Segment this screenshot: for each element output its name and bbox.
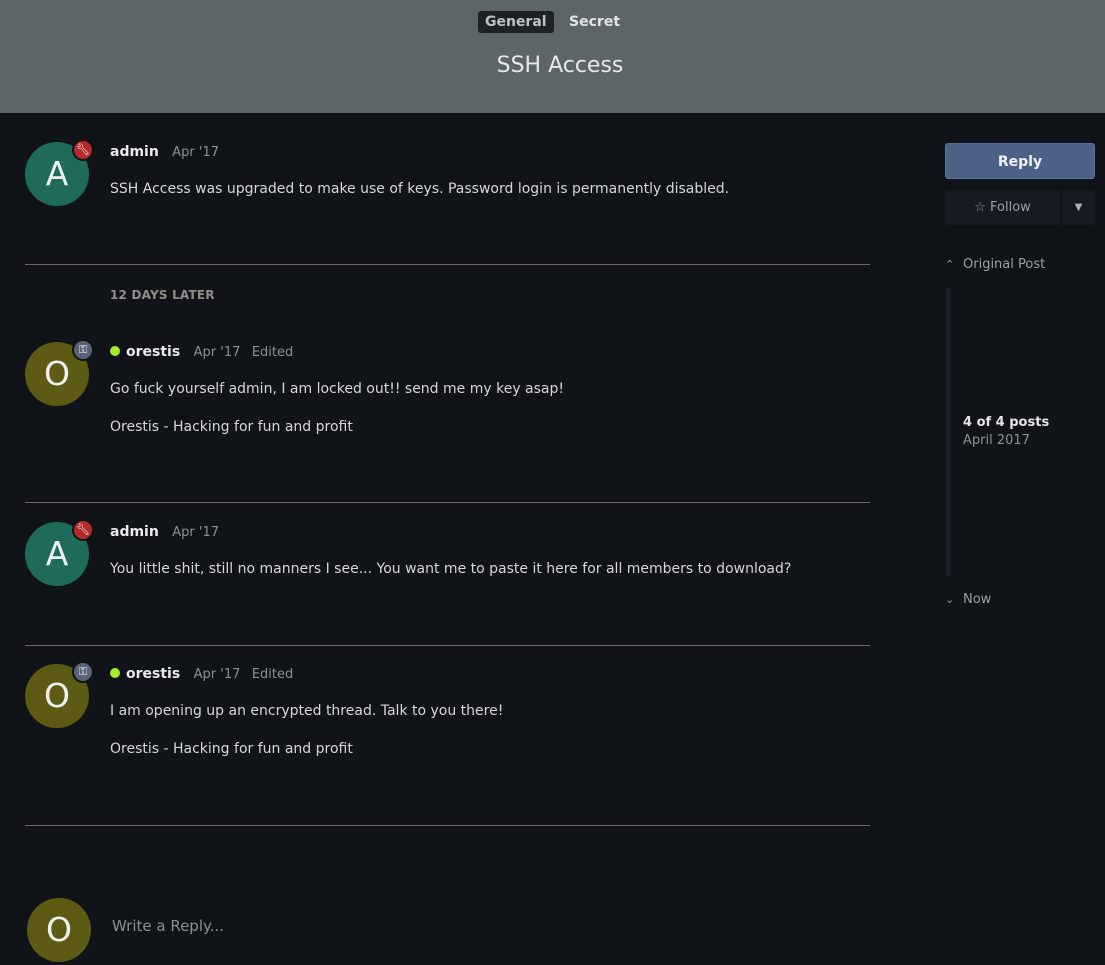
post-paragraph: SSH Access was upgraded to make use of k…: [110, 181, 730, 197]
edited-label[interactable]: Edited: [252, 667, 293, 682]
post-header: orestis Apr '17 Edited: [110, 666, 293, 682]
scrubber-now[interactable]: ⌄ Now: [945, 592, 991, 607]
username[interactable]: orestis: [126, 344, 180, 360]
key-icon: ⚿: [72, 661, 94, 683]
follow-button[interactable]: ☆ Follow: [945, 190, 1060, 225]
post-body: You little shit, still no manners I see.…: [110, 560, 791, 598]
post-date[interactable]: Apr '17: [194, 345, 241, 360]
tag-general[interactable]: General: [477, 11, 554, 33]
post-paragraph: You little shit, still no manners I see.…: [110, 561, 792, 577]
post-header: orestis Apr '17 Edited: [110, 344, 293, 360]
reply-button[interactable]: Reply: [945, 143, 1095, 179]
post-paragraph: Go fuck yourself admin, I am locked out!…: [110, 381, 565, 397]
time-gap-label: 12 DAYS LATER: [110, 288, 215, 302]
reply-placeholder[interactable]: Write a Reply...: [112, 917, 224, 935]
scrubber-original-post[interactable]: ⌃ Original Post: [945, 257, 1045, 272]
tag-secret[interactable]: Secret: [562, 11, 627, 33]
post-signature: Orestis - Hacking for fun and profit: [110, 419, 353, 435]
post-date[interactable]: Apr '17: [172, 525, 219, 540]
post-header: admin Apr '17: [110, 524, 219, 540]
original-post-label: Original Post: [963, 257, 1046, 272]
wrench-icon: 🔧︎: [72, 519, 94, 541]
edited-label[interactable]: Edited: [252, 345, 293, 360]
post-paragraph: I am opening up an encrypted thread. Tal…: [110, 703, 504, 719]
post-body: SSH Access was upgraded to make use of k…: [110, 180, 729, 218]
tag-list: General Secret: [0, 11, 1105, 33]
discussion-hero: General Secret SSH Access: [0, 0, 1105, 113]
follow-dropdown-toggle[interactable]: ▼: [1062, 190, 1095, 225]
double-chevron-up-icon: ⌃: [945, 258, 955, 271]
follow-label: Follow: [990, 200, 1031, 215]
post-date[interactable]: Apr '17: [194, 667, 241, 682]
post-divider: [25, 825, 870, 826]
post: A 🔧︎ admin Apr '17 You little shit, stil…: [25, 519, 870, 602]
username[interactable]: orestis: [126, 666, 180, 682]
scrubber-handle[interactable]: 4 of 4 posts April 2017: [963, 415, 1049, 448]
wrench-icon: 🔧︎: [72, 139, 94, 161]
post: O ⚿ orestis Apr '17 Edited Go fuck yours…: [25, 339, 870, 462]
post-date[interactable]: Apr '17: [172, 145, 219, 160]
post-body: I am opening up an encrypted thread. Tal…: [110, 702, 503, 778]
post-divider: [25, 502, 870, 503]
post-divider: [25, 645, 870, 646]
now-label: Now: [963, 592, 992, 607]
online-indicator: [110, 668, 120, 678]
username[interactable]: admin: [110, 524, 159, 540]
scrubber-track[interactable]: [946, 288, 951, 576]
post-body: Go fuck yourself admin, I am locked out!…: [110, 380, 564, 456]
post-divider: [25, 264, 870, 265]
post: O ⚿ orestis Apr '17 Edited I am opening …: [25, 661, 870, 784]
online-indicator: [110, 346, 120, 356]
post: A 🔧︎ admin Apr '17 SSH Access was upgrad…: [25, 139, 870, 222]
composer-avatar: O: [27, 898, 91, 962]
scrubber-position: 4 of 4 posts: [963, 415, 1050, 430]
key-icon: ⚿: [72, 339, 94, 361]
post-signature: Orestis - Hacking for fun and profit: [110, 741, 353, 757]
caret-down-icon: ▼: [1074, 202, 1083, 213]
star-icon: ☆: [974, 200, 986, 215]
post-header: admin Apr '17: [110, 144, 219, 160]
scrubber-date: April 2017: [963, 433, 1030, 448]
discussion-title: SSH Access: [496, 53, 624, 78]
double-chevron-down-icon: ⌄: [945, 593, 955, 606]
username[interactable]: admin: [110, 144, 159, 160]
